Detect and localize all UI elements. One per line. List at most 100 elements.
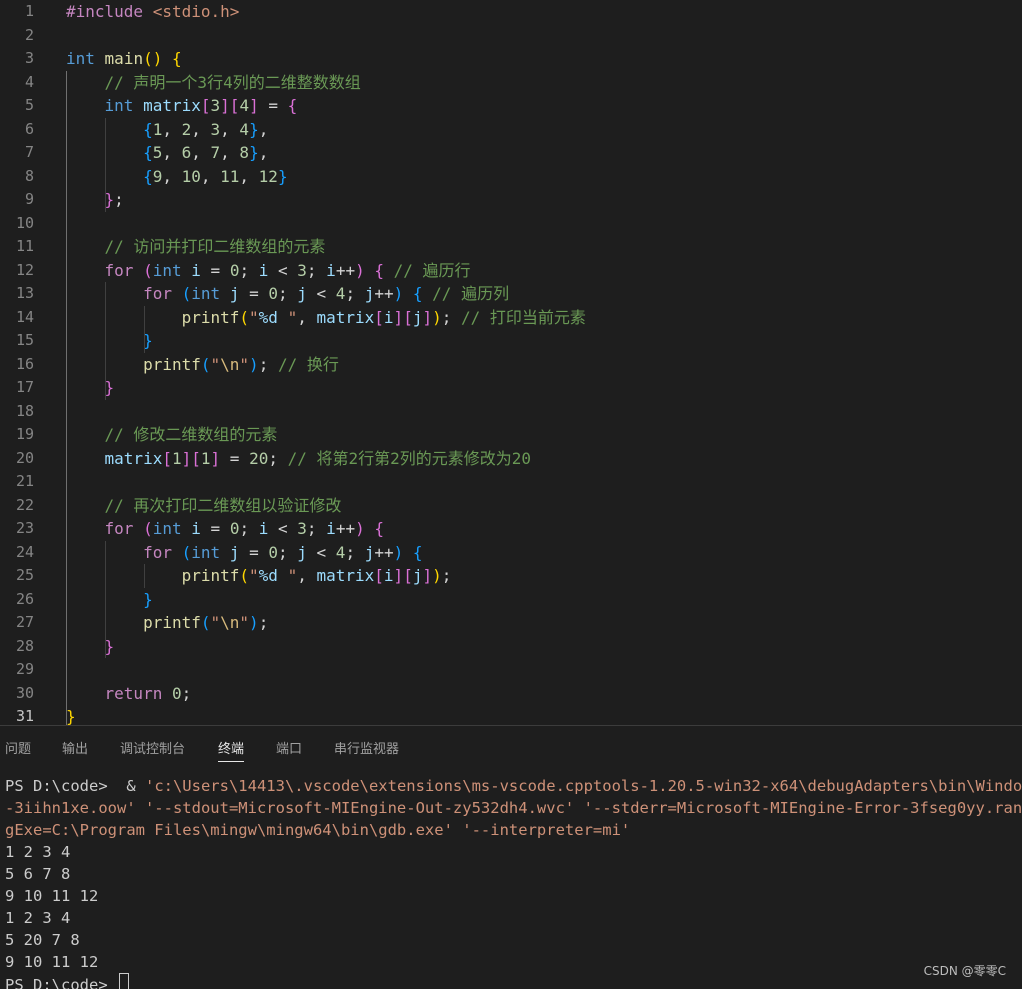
code-token: matrix bbox=[316, 307, 375, 327]
code-line[interactable]: 3 int main() { bbox=[0, 47, 1022, 71]
code-line[interactable]: 22 // 再次打印二维数组以验证修改 bbox=[0, 494, 1022, 518]
code-line[interactable]: 16 printf("\n"); // 换行 bbox=[0, 353, 1022, 377]
code-token: i bbox=[383, 566, 394, 585]
code-line[interactable]: 7 {5, 6, 7, 8}, bbox=[0, 141, 1022, 165]
code-line[interactable]: 19 // 修改二维数组的元素 bbox=[0, 423, 1022, 447]
code-token: { bbox=[171, 49, 182, 68]
code-token: ) bbox=[355, 260, 365, 280]
code-token: " bbox=[249, 307, 259, 327]
code-token: j bbox=[229, 284, 240, 303]
code-text: int main() { bbox=[66, 47, 182, 71]
code-line[interactable]: 15 } bbox=[0, 329, 1022, 353]
code-token: int bbox=[66, 49, 95, 68]
code-line[interactable]: 31} bbox=[0, 705, 1022, 725]
code-line[interactable]: 24 for (int j = 0; j < 4; j++) { bbox=[0, 541, 1022, 565]
code-token: int bbox=[152, 260, 182, 280]
code-line[interactable]: 17 } bbox=[0, 376, 1022, 400]
line-number: 16 bbox=[15, 354, 34, 373]
code-line[interactable]: 18 bbox=[0, 400, 1022, 424]
code-editor[interactable]: 1 #include <stdio.h> 2 3 int main() {4 // 声明… bbox=[0, 0, 1022, 725]
code-token: , bbox=[220, 119, 240, 139]
code-token: 9 bbox=[152, 166, 163, 186]
code-text: } bbox=[66, 588, 153, 612]
code-token: , bbox=[200, 166, 221, 186]
terminal-text: gExe=C:\Program Files\mingw\mingw64\bin\… bbox=[5, 821, 631, 839]
code-line[interactable]: 14 printf("%d ", matrix[i][j]); // 打印当前元… bbox=[0, 306, 1022, 330]
code-token: for bbox=[104, 260, 134, 280]
code-line[interactable]: 12 for (int i = 0; i < 3; i++) { // 遍历行 bbox=[0, 259, 1022, 283]
tab-ports[interactable]: 端口 bbox=[276, 739, 302, 761]
code-token: ; bbox=[345, 284, 365, 303]
code-line[interactable]: 23 for (int i = 0; i < 3; i++) { bbox=[0, 517, 1022, 541]
tab-terminal[interactable]: 终端 bbox=[218, 739, 245, 762]
code-line[interactable]: 1 #include <stdio.h> bbox=[0, 0, 1022, 24]
terminal-output[interactable]: PS D:\code> & 'c:\Users\14413\.vscode\ex… bbox=[0, 774, 1022, 989]
code-token: for bbox=[143, 542, 172, 562]
code-text: // 修改二维数组的元素 bbox=[66, 423, 278, 447]
code-token: return bbox=[104, 683, 163, 703]
code-token: int bbox=[191, 542, 221, 562]
code-text: for (int j = 0; j < 4; j++) { bbox=[66, 541, 422, 565]
code-line[interactable]: 28 } bbox=[0, 635, 1022, 659]
code-token: [ bbox=[191, 448, 201, 468]
code-token: { bbox=[287, 96, 298, 115]
code-token: int bbox=[104, 96, 134, 115]
code-token: () bbox=[143, 49, 172, 68]
code-line[interactable]: 9 }; bbox=[0, 188, 1022, 212]
code-token: 3 bbox=[297, 519, 307, 538]
code-line[interactable]: 2 bbox=[0, 24, 1022, 48]
code-line[interactable]: 5 int matrix[3][4] = { bbox=[0, 94, 1022, 118]
code-text: }; bbox=[66, 188, 124, 212]
code-token: ) bbox=[432, 566, 442, 585]
indent-guide bbox=[66, 70, 67, 725]
code-token: i bbox=[258, 519, 269, 538]
code-line[interactable]: 29 bbox=[0, 658, 1022, 682]
tab-serial-monitor[interactable]: 串行监视器 bbox=[334, 739, 399, 761]
code-text: } bbox=[66, 635, 115, 659]
code-line[interactable]: 26 } bbox=[0, 588, 1022, 612]
code-token: <stdio.h> bbox=[152, 2, 240, 21]
code-line[interactable]: 10 bbox=[0, 212, 1022, 236]
code-line[interactable]: 8 {9, 10, 11, 12} bbox=[0, 165, 1022, 189]
code-token: 4 bbox=[239, 96, 250, 115]
code-token: ; bbox=[114, 190, 124, 209]
code-line[interactable]: 30 return 0; bbox=[0, 682, 1022, 706]
code-token: // 换行 bbox=[268, 354, 339, 374]
tab-debug-console[interactable]: 调试控制台 bbox=[120, 739, 185, 761]
line-number: 4 bbox=[24, 72, 34, 91]
code-line[interactable]: 20 matrix[1][1] = 20; // 将第2行第2列的元素修改为20 bbox=[0, 447, 1022, 471]
code-token: { bbox=[143, 143, 153, 162]
code-line[interactable]: 13 for (int j = 0; j < 4; j++) { // 遍历列 bbox=[0, 282, 1022, 306]
code-token: " bbox=[210, 354, 221, 374]
code-token: , bbox=[162, 166, 182, 186]
code-token: ++ bbox=[335, 519, 356, 538]
code-token: ++ bbox=[335, 260, 356, 280]
code-text: // 访问并打印二维数组的元素 bbox=[66, 235, 326, 259]
code-token: \n bbox=[220, 354, 240, 374]
code-line[interactable]: 21 bbox=[0, 470, 1022, 494]
code-token: 0 bbox=[229, 260, 240, 280]
bottom-panel: 问题 输出 调试控制台 终端 端口 串行监视器 PS D:\code> & 'c… bbox=[0, 726, 1022, 989]
code-token: int bbox=[152, 519, 182, 538]
code-token: [ bbox=[162, 448, 172, 468]
code-line[interactable]: 4 // 声明一个3行4列的二维整数数组 bbox=[0, 71, 1022, 95]
code-text: return 0; bbox=[66, 682, 192, 706]
code-token: ; bbox=[306, 519, 327, 538]
code-line[interactable]: 27 printf("\n"); bbox=[0, 611, 1022, 635]
code-token: %d bbox=[258, 566, 278, 585]
code-token: 1 bbox=[171, 448, 182, 468]
code-token: , bbox=[297, 566, 317, 585]
tab-output[interactable]: 输出 bbox=[62, 739, 88, 761]
terminal-text: 5 6 7 8 bbox=[5, 865, 71, 883]
code-token: " bbox=[277, 307, 298, 327]
code-line[interactable]: 25 printf("%d ", matrix[i][j]); bbox=[0, 564, 1022, 588]
code-line[interactable]: 6 {1, 2, 3, 4}, bbox=[0, 118, 1022, 142]
terminal-line: 1 2 3 4 bbox=[5, 907, 70, 929]
line-number: 7 bbox=[24, 143, 34, 161]
code-line[interactable]: 11 // 访问并打印二维数组的元素 bbox=[0, 235, 1022, 259]
tab-problems[interactable]: 问题 bbox=[5, 739, 31, 761]
